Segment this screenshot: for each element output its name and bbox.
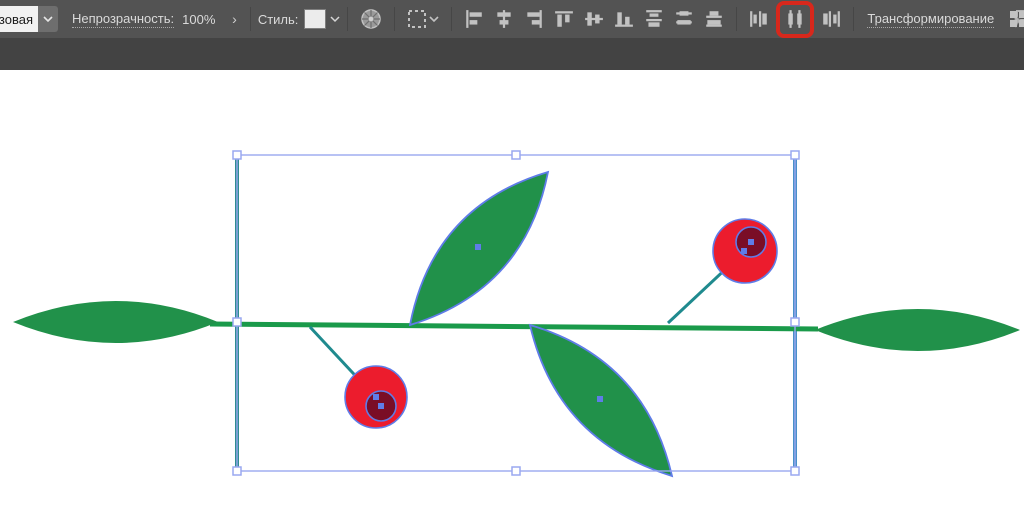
align-vertical-center-icon[interactable] — [582, 7, 606, 31]
brush-style-dropdown[interactable]: азовая — [0, 6, 58, 32]
leaf-right[interactable] — [815, 309, 1020, 351]
transform-label[interactable]: Трансформирование — [867, 11, 994, 28]
separator — [394, 7, 395, 31]
separator — [736, 7, 737, 31]
align-top-icon[interactable] — [552, 7, 576, 31]
branch-line[interactable] — [210, 324, 818, 329]
align-left-icon[interactable] — [462, 7, 486, 31]
separator — [347, 7, 348, 31]
distribute-horizontal-right-icon[interactable] — [819, 7, 843, 31]
separator — [451, 7, 452, 31]
distribute-vertical-bottom-icon[interactable] — [702, 7, 726, 31]
align-horizontal-center-icon[interactable] — [492, 7, 516, 31]
separator — [250, 7, 251, 31]
distribute-vertical-center-icon[interactable] — [672, 7, 696, 31]
chevron-down-icon[interactable] — [38, 6, 58, 32]
align-right-icon[interactable] — [522, 7, 546, 31]
artboard[interactable] — [0, 70, 1024, 514]
style-swatch — [304, 9, 326, 29]
align-bottom-icon[interactable] — [612, 7, 636, 31]
opacity-expand-button[interactable]: › — [226, 11, 243, 27]
branch-artwork — [0, 70, 1024, 514]
opacity-input[interactable] — [182, 12, 226, 27]
distribute-horizontal-center-icon[interactable] — [783, 7, 807, 31]
highlight-box — [776, 1, 814, 38]
app-grid-icon[interactable] — [1009, 10, 1024, 33]
leaf-left[interactable] — [13, 301, 218, 343]
toolbar-shadow-strip — [0, 38, 1024, 70]
distribute-horizontal-left-icon[interactable] — [747, 7, 771, 31]
style-swatch-dropdown[interactable] — [304, 9, 340, 29]
recolor-artwork-icon[interactable] — [358, 6, 384, 32]
select-similar-icon[interactable] — [405, 7, 441, 31]
distribute-vertical-top-icon[interactable] — [642, 7, 666, 31]
options-bar: азовая Непрозрачность: › Стиль: — [0, 0, 1024, 38]
brush-style-value: азовая — [0, 6, 38, 32]
chevron-down-icon — [330, 16, 340, 23]
style-label[interactable]: Стиль: — [258, 12, 299, 27]
separator — [853, 7, 854, 31]
opacity-label[interactable]: Непрозрачность: — [72, 11, 174, 28]
